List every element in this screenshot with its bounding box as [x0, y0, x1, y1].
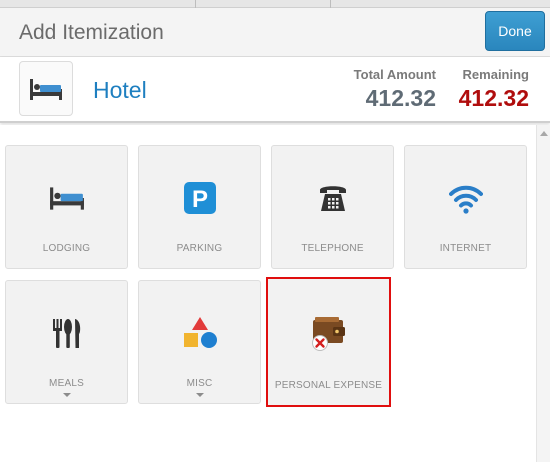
- category-tile-misc[interactable]: MISC: [138, 280, 261, 404]
- wifi-icon: [448, 185, 483, 214]
- top-strip: [0, 0, 550, 8]
- bed-icon: [49, 187, 84, 210]
- scroll-up-arrow-icon[interactable]: [540, 131, 548, 136]
- parking-icon: P: [183, 182, 216, 214]
- top-strip-divider: [330, 0, 331, 8]
- expense-type-name: Hotel: [93, 77, 147, 103]
- chevron-down-icon[interactable]: [195, 393, 204, 397]
- top-strip-divider: [195, 0, 196, 8]
- category-tile-personal-expense[interactable]: PERSONAL EXPENSE: [266, 277, 391, 407]
- done-button[interactable]: Done: [485, 11, 545, 51]
- category-label: LODGING: [42, 243, 91, 254]
- total-amount-label: Total Amount: [353, 67, 436, 82]
- scrollbar[interactable]: [536, 125, 550, 462]
- bed-icon: [30, 78, 62, 100]
- dialog-header: Add Itemization Done: [0, 8, 550, 57]
- remaining-amount-value: 412.32: [458, 85, 529, 111]
- category-label: MEALS: [49, 378, 84, 389]
- dialog-title: Add Itemization: [19, 21, 164, 44]
- category-tile-lodging[interactable]: LODGING: [5, 145, 128, 269]
- category-label: MISC: [186, 378, 213, 389]
- expense-summary: Hotel Total Amount 412.32 Remaining 412.…: [0, 57, 550, 123]
- wallet-remove-icon: [311, 317, 345, 351]
- total-amount-value: 412.32: [365, 85, 436, 111]
- total-amount: Total Amount 412.32: [354, 67, 436, 112]
- category-tile-internet[interactable]: INTERNET: [404, 145, 527, 269]
- remaining-amount: Remaining 412.32: [459, 67, 529, 112]
- category-tile-parking[interactable]: P PARKING: [138, 145, 261, 269]
- remaining-amount-label: Remaining: [462, 67, 529, 82]
- category-label: INTERNET: [439, 243, 492, 254]
- category-tile-meals[interactable]: MEALS: [5, 280, 128, 404]
- utensils-icon: [52, 319, 80, 348]
- chevron-down-icon[interactable]: [62, 393, 71, 397]
- telephone-icon: [319, 186, 346, 211]
- svg-text:P: P: [191, 186, 207, 213]
- category-label: PERSONAL EXPENSE: [274, 380, 383, 391]
- shapes-icon: [183, 317, 217, 348]
- category-label: PARKING: [176, 243, 223, 254]
- category-tile-telephone[interactable]: TELEPHONE: [271, 145, 394, 269]
- expense-type-icon-box: [19, 61, 73, 116]
- category-label: TELEPHONE: [301, 243, 364, 254]
